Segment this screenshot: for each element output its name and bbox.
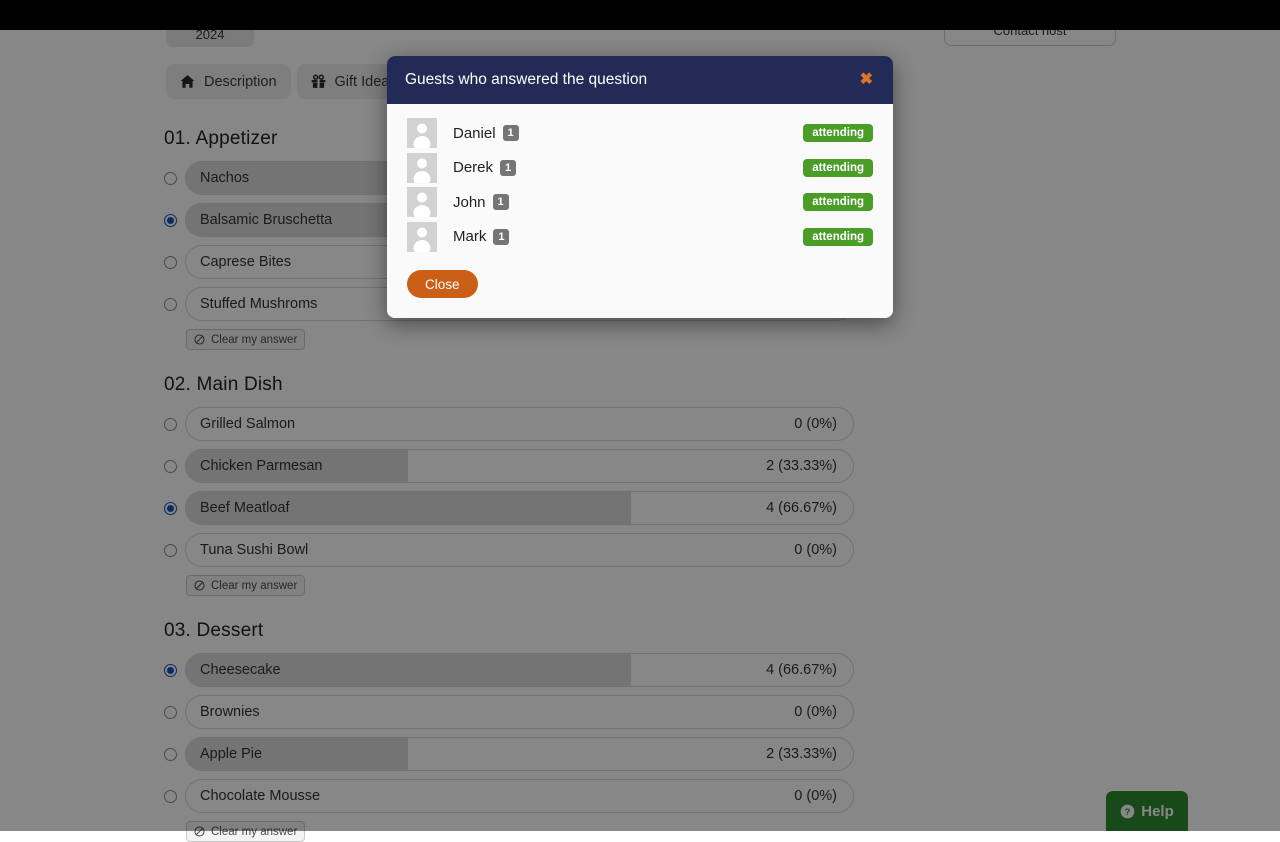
guest-count-badge: 1 [502, 125, 519, 142]
guest-list: Daniel 1 attending Derek 1 attending John 1 atte… [387, 104, 893, 254]
guest-row: Derek 1 attending [407, 151, 873, 186]
guest-name: Derek [453, 159, 494, 177]
guest-row: John 1 attending [407, 185, 873, 220]
guest-name: Daniel [453, 124, 496, 142]
close-button[interactable]: Close [407, 270, 478, 298]
modal-header: Guests who answered the question ✖ [387, 56, 893, 104]
top-black-bar [0, 0, 1280, 30]
guest-name: John [453, 193, 486, 211]
avatar [407, 152, 437, 183]
modal-footer: Close [387, 254, 893, 318]
close-x-icon[interactable]: ✖ [854, 68, 879, 92]
guest-status-badge: attending [803, 124, 873, 143]
modal-title: Guests who answered the question [405, 71, 648, 88]
guest-status-badge: attending [803, 227, 873, 246]
avatar [407, 221, 437, 252]
avatar [407, 118, 437, 149]
guest-name: Mark [453, 228, 487, 246]
guest-row: Mark 1 attending [407, 220, 873, 255]
guest-count-badge: 1 [493, 228, 510, 245]
guest-count-badge: 1 [500, 159, 517, 176]
guest-count-badge: 1 [492, 194, 509, 211]
guests-modal: Guests who answered the question ✖ Danie… [387, 56, 893, 318]
guest-status-badge: attending [803, 158, 873, 177]
guest-status-badge: attending [803, 193, 873, 212]
avatar [407, 187, 437, 218]
guest-row: Daniel 1 attending [407, 116, 873, 151]
